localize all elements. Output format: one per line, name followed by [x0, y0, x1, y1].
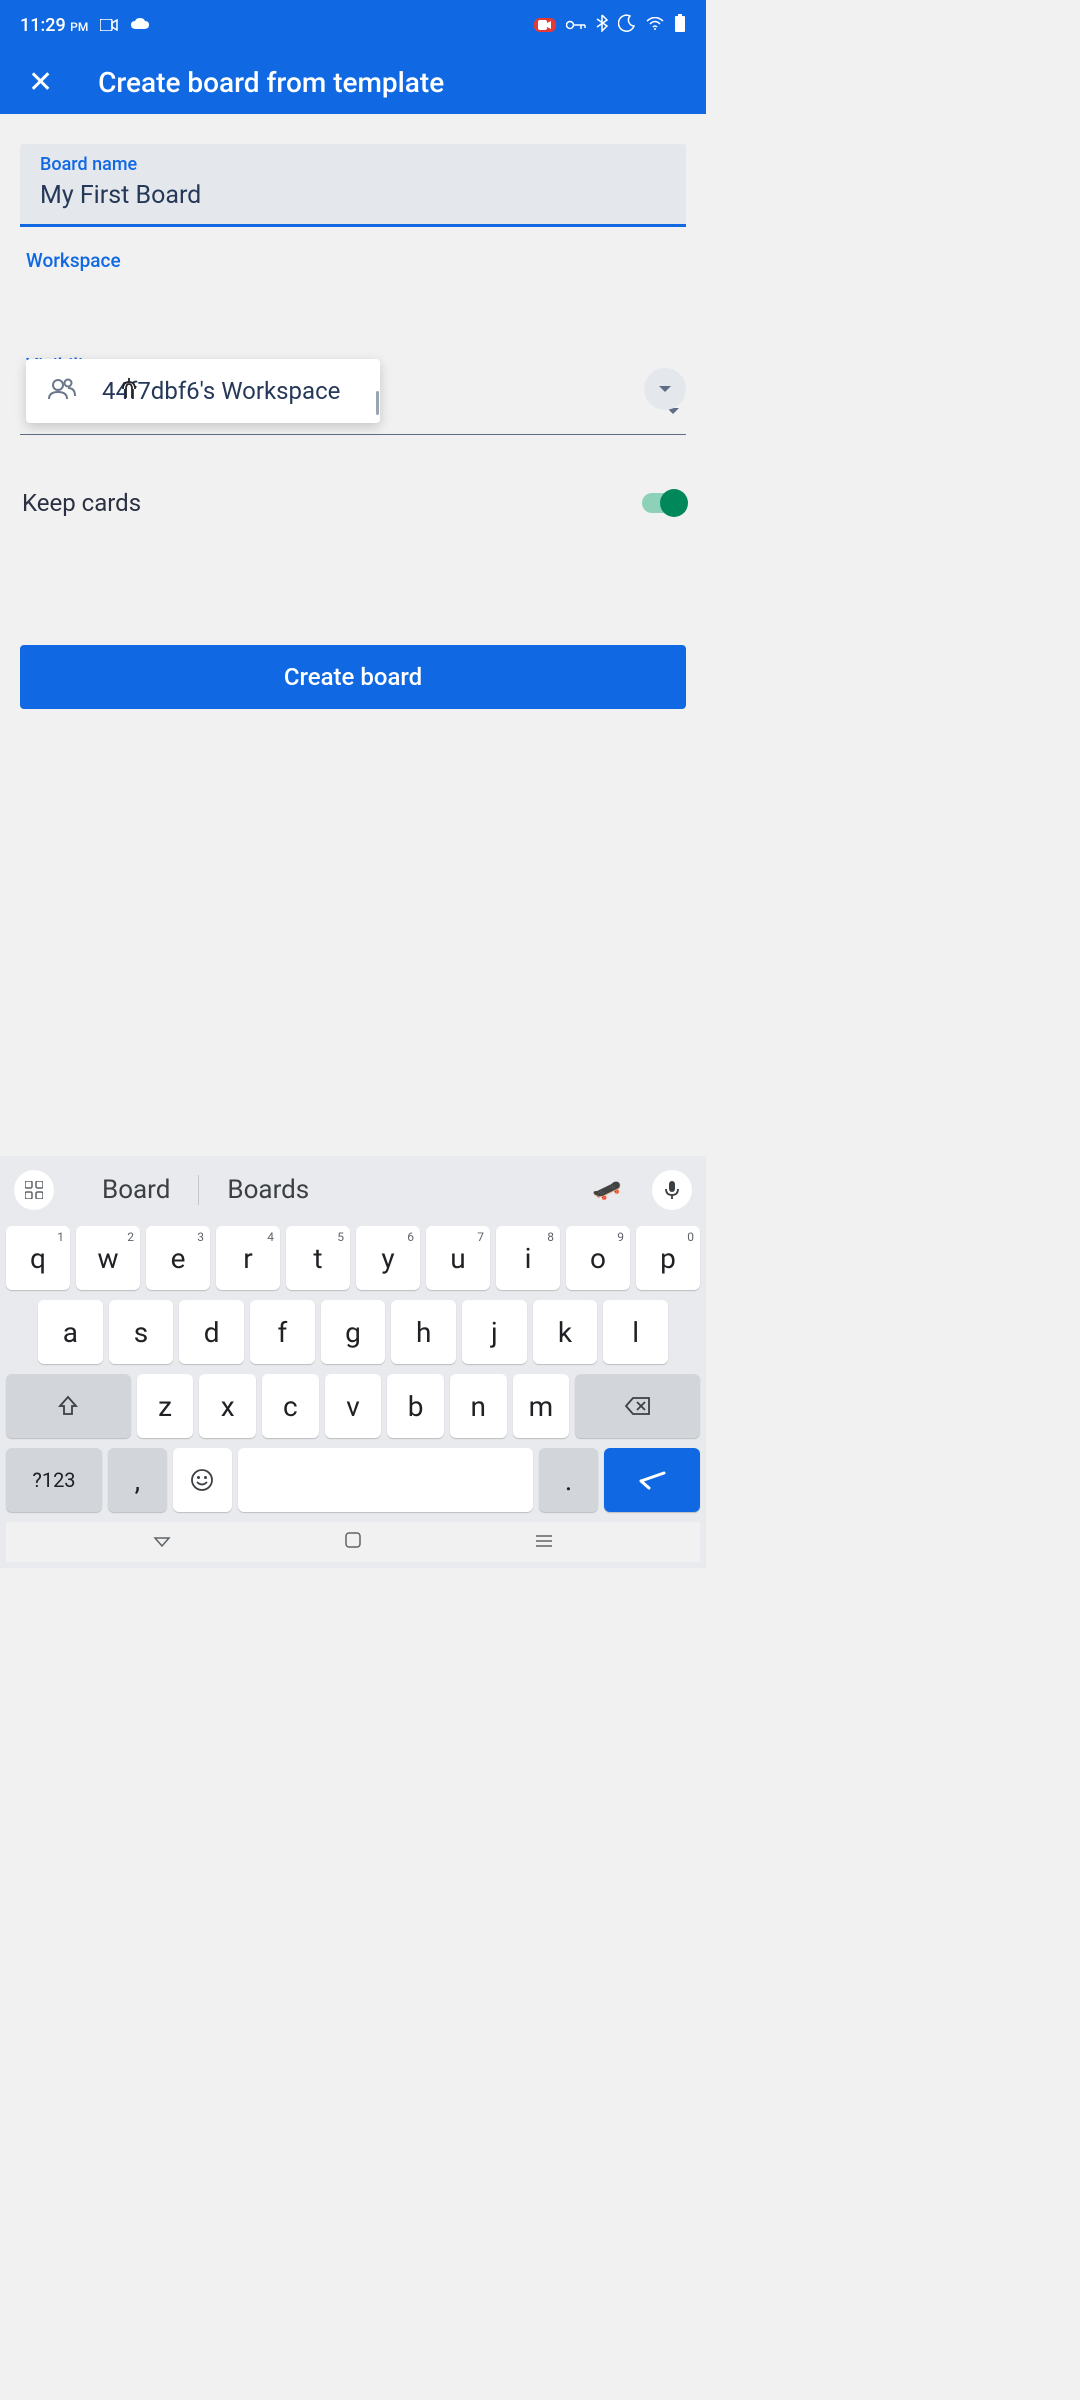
key-row-4: ?123 , .	[6, 1448, 700, 1512]
close-icon[interactable]: ✕	[28, 65, 53, 100]
app-grid-icon[interactable]	[14, 1170, 54, 1210]
suggestion-bar: Board Boards 🛹	[6, 1166, 700, 1226]
key-q[interactable]: 1q	[6, 1226, 70, 1290]
mouse-cursor-icon	[120, 376, 138, 406]
nav-home-icon[interactable]	[345, 1532, 361, 1552]
key-h[interactable]: h	[391, 1300, 456, 1364]
key-t[interactable]: 5t	[286, 1226, 350, 1290]
comma-key[interactable]: ,	[108, 1448, 167, 1512]
key-w[interactable]: 2w	[76, 1226, 140, 1290]
camera-icon	[100, 15, 118, 36]
key-g[interactable]: g	[321, 1300, 386, 1364]
keep-cards-row: Keep cards	[20, 489, 686, 517]
status-time: 11:29 PM	[20, 15, 88, 36]
wifi-icon	[646, 15, 664, 36]
status-left: 11:29 PM	[20, 15, 150, 36]
board-name-label: Board name	[40, 154, 666, 175]
app-header: ✕ Create board from template	[0, 50, 706, 114]
key-z[interactable]: z	[137, 1374, 194, 1438]
people-icon	[48, 378, 76, 404]
suggestion-2[interactable]: Boards	[198, 1175, 337, 1205]
key-p[interactable]: 0p	[636, 1226, 700, 1290]
status-bar: 11:29 PM	[0, 0, 706, 50]
key-j[interactable]: j	[462, 1300, 527, 1364]
emoji-key[interactable]	[173, 1448, 232, 1512]
keep-cards-toggle[interactable]	[642, 493, 684, 513]
enter-key[interactable]	[604, 1448, 700, 1512]
shift-key[interactable]	[6, 1374, 131, 1438]
key-d[interactable]: d	[179, 1300, 244, 1364]
key-l[interactable]: l	[603, 1300, 668, 1364]
nav-recent-icon[interactable]	[535, 1533, 553, 1552]
nav-bar	[6, 1522, 700, 1562]
key-x[interactable]: x	[199, 1374, 256, 1438]
board-name-input[interactable]: My First Board	[40, 181, 666, 210]
space-key[interactable]	[238, 1448, 533, 1512]
dropdown-scrollbar[interactable]	[376, 391, 379, 415]
suggestion-1[interactable]: Board	[74, 1175, 198, 1205]
key-r[interactable]: 4r	[216, 1226, 280, 1290]
key-o[interactable]: 9o	[566, 1226, 630, 1290]
battery-icon	[674, 14, 686, 37]
keep-cards-label: Keep cards	[22, 489, 141, 517]
workspace-dropdown-option[interactable]: 44f7dbf6's Workspace	[26, 359, 380, 423]
key-i[interactable]: 8i	[496, 1226, 560, 1290]
numeric-key[interactable]: ?123	[6, 1448, 102, 1512]
key-f[interactable]: f	[250, 1300, 315, 1364]
period-key[interactable]: .	[539, 1448, 598, 1512]
bluetooth-icon	[596, 14, 608, 37]
key-k[interactable]: k	[533, 1300, 598, 1364]
keyboard: Board Boards 🛹 1q2w3e4r5t6y7u8i9o0p asdf…	[0, 1156, 706, 1568]
key-n[interactable]: n	[450, 1374, 507, 1438]
vpn-key-icon	[566, 15, 586, 36]
skateboard-emoji-suggestion[interactable]: 🛹	[592, 1176, 622, 1204]
workspace-dropdown-arrow[interactable]	[644, 368, 686, 410]
key-s[interactable]: s	[109, 1300, 174, 1364]
key-c[interactable]: c	[262, 1374, 319, 1438]
board-name-field[interactable]: Board name My First Board	[20, 144, 686, 227]
key-b[interactable]: b	[387, 1374, 444, 1438]
key-row-1: 1q2w3e4r5t6y7u8i9o0p	[6, 1226, 700, 1290]
toggle-knob	[660, 489, 688, 517]
record-badge	[534, 18, 556, 32]
key-row-3: zxcvbnm	[6, 1374, 700, 1438]
key-v[interactable]: v	[325, 1374, 382, 1438]
workspace-label: Workspace	[26, 249, 686, 272]
page-title: Create board from template	[98, 66, 444, 99]
key-u[interactable]: 7u	[426, 1226, 490, 1290]
key-e[interactable]: 3e	[146, 1226, 210, 1290]
create-board-button[interactable]: Create board	[20, 645, 686, 709]
cloud-icon	[130, 15, 150, 36]
mic-icon[interactable]	[652, 1170, 692, 1210]
key-m[interactable]: m	[513, 1374, 570, 1438]
form-content: Board name My First Board Workspace Visi…	[0, 114, 706, 739]
nav-back-icon[interactable]	[153, 1533, 171, 1552]
backspace-key[interactable]	[575, 1374, 700, 1438]
key-y[interactable]: 6y	[356, 1226, 420, 1290]
status-right	[534, 14, 686, 37]
key-row-2: asdfghjkl	[6, 1300, 700, 1364]
moon-icon	[618, 14, 636, 37]
key-a[interactable]: a	[38, 1300, 103, 1364]
